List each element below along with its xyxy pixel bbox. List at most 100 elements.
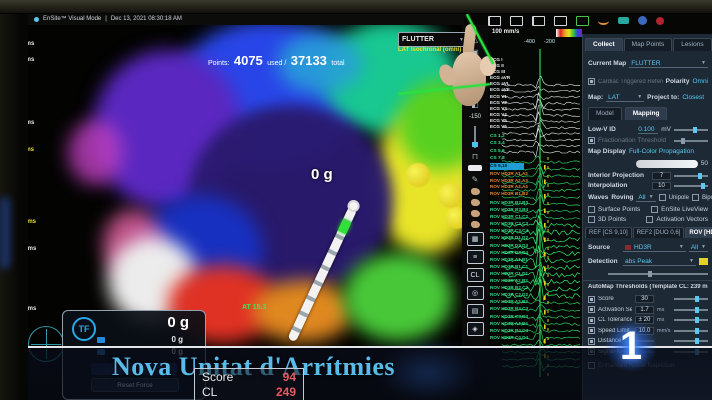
window-pane-icon[interactable] xyxy=(510,16,523,26)
rov-channel[interactable]: ROV HD3R C4,D4 xyxy=(490,334,570,341)
detection-dropdown[interactable]: abs Peak▼ xyxy=(623,258,696,266)
rov-channel[interactable]: ROV HD3R C2,D2 xyxy=(490,291,570,298)
rov-channel[interactable]: ROV HD3R C1,C2 xyxy=(490,213,570,220)
interior-value[interactable]: 7 xyxy=(652,172,671,180)
layers-tool-icon[interactable]: ▤ xyxy=(467,304,484,318)
rov-channel[interactable]: ROV HD3R C1,D1 xyxy=(490,270,570,277)
lesion-marker[interactable] xyxy=(406,163,430,187)
ecg-channel[interactable]: ECG V6 xyxy=(490,124,570,130)
point-hand-icon[interactable] xyxy=(471,221,480,228)
threshold-slider[interactable] xyxy=(674,309,708,311)
interpolation-slider[interactable] xyxy=(674,185,708,187)
cs-channel[interactable]: CS 3,4 xyxy=(490,140,570,147)
mapping-tab[interactable]: Mapping xyxy=(625,107,668,120)
rov-channel[interactable]: ROV HD3R D1,D2 xyxy=(490,234,570,241)
interior-slider[interactable] xyxy=(674,175,708,177)
grid-tool-icon[interactable]: ▦ xyxy=(467,232,484,246)
threshold-slider[interactable] xyxy=(674,319,708,321)
rov-channel[interactable]: ROV HD3R D3,D4 xyxy=(490,249,570,256)
view-preset-button[interactable] xyxy=(468,165,482,171)
rov-channel[interactable]: ROV HD3R B2,B3 xyxy=(490,199,570,206)
threshold-checkbox[interactable] xyxy=(588,327,595,334)
rov-channel[interactable]: ROV HD3R B3,C3 xyxy=(490,305,570,312)
lowv-value[interactable]: 0.100 xyxy=(638,126,658,134)
map-dropdown[interactable]: LAT▼ xyxy=(606,94,644,102)
model-tab[interactable]: Model xyxy=(588,107,622,120)
fractionation-slider[interactable] xyxy=(674,140,708,142)
roving-dropdown[interactable]: All▼ xyxy=(636,194,655,202)
window-arrow-icon[interactable] xyxy=(554,16,567,26)
cs-channel[interactable]: CS 9,10 xyxy=(490,163,524,170)
threshold-slider[interactable] xyxy=(674,330,708,332)
lock-icon[interactable]: ⊓ xyxy=(472,152,478,161)
lesion-marker[interactable] xyxy=(438,183,462,208)
source-dropdown[interactable]: HD3R▼ xyxy=(623,244,686,252)
threshold-slider[interactable] xyxy=(674,340,708,342)
bipole-checkbox[interactable] xyxy=(692,194,699,201)
threshold-slider[interactable] xyxy=(674,298,708,300)
diamond-tool-icon[interactable]: ◈ xyxy=(467,322,484,336)
threshold-checkbox[interactable] xyxy=(588,317,595,324)
panel-tab[interactable]: Lesions xyxy=(673,38,711,51)
rov-channel[interactable]: ROV HD3R B2,C2 xyxy=(490,284,570,291)
rov-channel[interactable]: ROV HD3R B4,C4 xyxy=(490,327,570,334)
pen-icon[interactable]: ✎ xyxy=(472,175,479,184)
threshold-checkbox[interactable] xyxy=(588,306,595,313)
interpolation-value[interactable]: 10 xyxy=(652,182,671,190)
globe-icon[interactable] xyxy=(638,16,647,25)
ref-tab[interactable]: ROV [HD xyxy=(685,227,712,238)
rov-channel[interactable]: ROV HD3R B1,C1 xyxy=(490,263,570,270)
opacity-bar[interactable] xyxy=(636,160,698,168)
rov-channel[interactable]: ROV HD3R A3,A4 xyxy=(490,184,570,191)
chat-icon[interactable] xyxy=(618,17,629,24)
rov-channel[interactable]: ROV HD3R B1,B2 xyxy=(490,191,570,198)
record-icon[interactable] xyxy=(576,16,589,26)
polarity-value[interactable]: Omni xyxy=(692,78,708,85)
source-scope-dropdown[interactable]: All▼ xyxy=(689,244,708,252)
detection-color-swatch[interactable] xyxy=(699,258,708,265)
rov-channel[interactable]: ROV HD3R A1,A2 xyxy=(490,171,570,178)
rov-channel[interactable]: ROV HD3R A4,B4 xyxy=(490,320,570,327)
rov-channel[interactable]: ROV HD3R D2,D3 xyxy=(490,242,570,249)
current-map-dropdown[interactable]: FLUTTER▼ xyxy=(629,60,708,68)
threshold-checkbox[interactable] xyxy=(588,296,595,303)
select-hand-icon[interactable] xyxy=(471,210,480,217)
rov-channel[interactable]: ROV HD3R A2,B2 xyxy=(490,277,570,284)
unipole-checkbox[interactable] xyxy=(659,194,666,201)
surface-points-checkbox[interactable] xyxy=(588,206,595,213)
signal-icon[interactable] xyxy=(598,17,609,25)
pan-hand-icon[interactable] xyxy=(471,188,480,195)
cs-channel[interactable]: CS 5,6 xyxy=(490,148,570,155)
fractionation-checkbox[interactable] xyxy=(588,137,595,144)
rov-channel[interactable]: ROV HD3R A2,A3 xyxy=(490,178,570,185)
ref-tab[interactable]: REF [CS 9,10] xyxy=(585,227,632,238)
rov-channel[interactable]: ROV HD3R C3,C4 xyxy=(490,227,570,234)
target-tool-icon[interactable]: ◎ xyxy=(467,286,484,300)
window-layout-icon[interactable] xyxy=(532,16,545,26)
threshold-value[interactable]: 30 xyxy=(635,295,654,303)
liveview-checkbox[interactable] xyxy=(651,206,658,213)
panel-tab[interactable]: Map Points xyxy=(624,38,673,51)
ref-tab[interactable]: REF2 [DUO 0,6] xyxy=(633,227,685,238)
cs-channel[interactable]: CS 1,2 xyxy=(490,133,570,140)
rotate-hand-icon[interactable] xyxy=(471,199,480,206)
lesion-marker[interactable] xyxy=(446,207,462,229)
3d-points-checkbox[interactable] xyxy=(588,216,595,223)
cs-channel[interactable]: CS 7,8 xyxy=(490,155,570,162)
panel-tab[interactable]: Collect xyxy=(585,38,623,51)
list-tool-icon[interactable]: ≡ xyxy=(467,250,484,264)
sensitivity-slider[interactable] xyxy=(608,273,708,275)
rov-channel[interactable]: ROV HD3R B3,B4 xyxy=(490,206,570,213)
project-value[interactable]: Closest xyxy=(682,94,704,101)
map-viewport[interactable]: Points: 4075 used / 37133 total 0 g AT 1… xyxy=(28,25,462,346)
activation-vectors-checkbox[interactable] xyxy=(646,216,653,223)
cardiac-ref-checkbox[interactable] xyxy=(588,78,595,85)
map-display-value[interactable]: Full-Color Propagation xyxy=(629,148,694,155)
rov-channel[interactable]: ROV HD3R A3,B3 xyxy=(490,298,570,305)
rov-channel[interactable]: ROV HD3R C2,C3 xyxy=(490,220,570,227)
rov-channel[interactable]: ROV HD3R A1,B1 xyxy=(490,256,570,263)
threshold-value[interactable]: 1.7 xyxy=(635,306,654,314)
threshold-checkbox[interactable] xyxy=(588,338,595,345)
rov-channel[interactable]: ROV HD3R C3,D3 xyxy=(490,313,570,320)
cl-tool-button[interactable]: CL xyxy=(467,268,484,282)
